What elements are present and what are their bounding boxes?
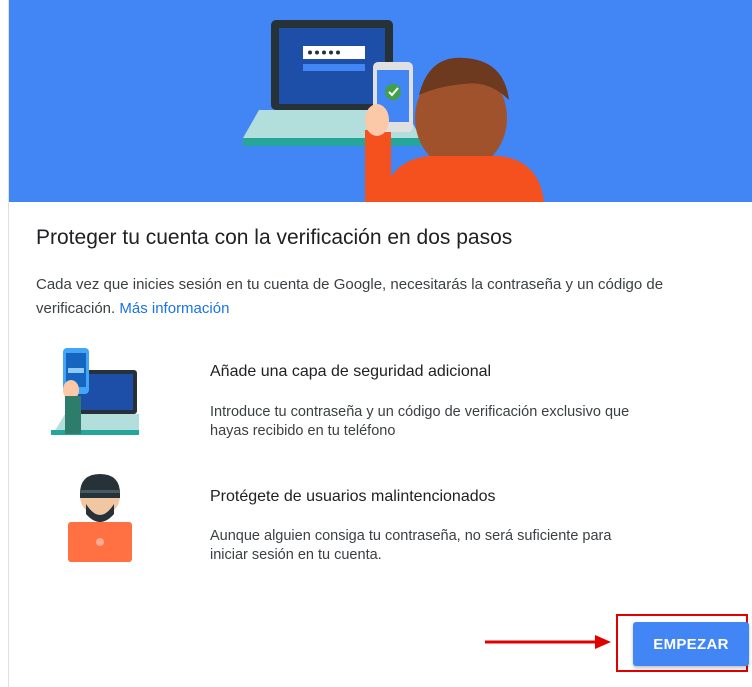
phone-laptop-icon [49, 346, 139, 443]
hacker-icon [64, 470, 136, 567]
page-title: Proteger tu cuenta con la verificación e… [36, 226, 513, 249]
page-description: Cada vez que inicies sesión en tu cuenta… [36, 273, 736, 321]
two-step-card: Proteger tu cuenta con la verificación e… [8, 0, 752, 687]
feature-title: Protégete de usuarios malintencionados [210, 488, 496, 505]
feature-title: Añade una capa de seguridad adicional [210, 363, 492, 380]
hero-illustration [243, 20, 544, 202]
start-button[interactable]: EMPEZAR [633, 622, 749, 666]
hero-banner [9, 0, 752, 202]
feature-text: Introduce tu contraseña y un código de v… [210, 404, 630, 439]
more-info-link[interactable]: Más información [119, 300, 229, 317]
feature-text: Aunque alguien consiga tu contraseña, no… [210, 528, 612, 563]
annotation-arrow [485, 635, 611, 649]
